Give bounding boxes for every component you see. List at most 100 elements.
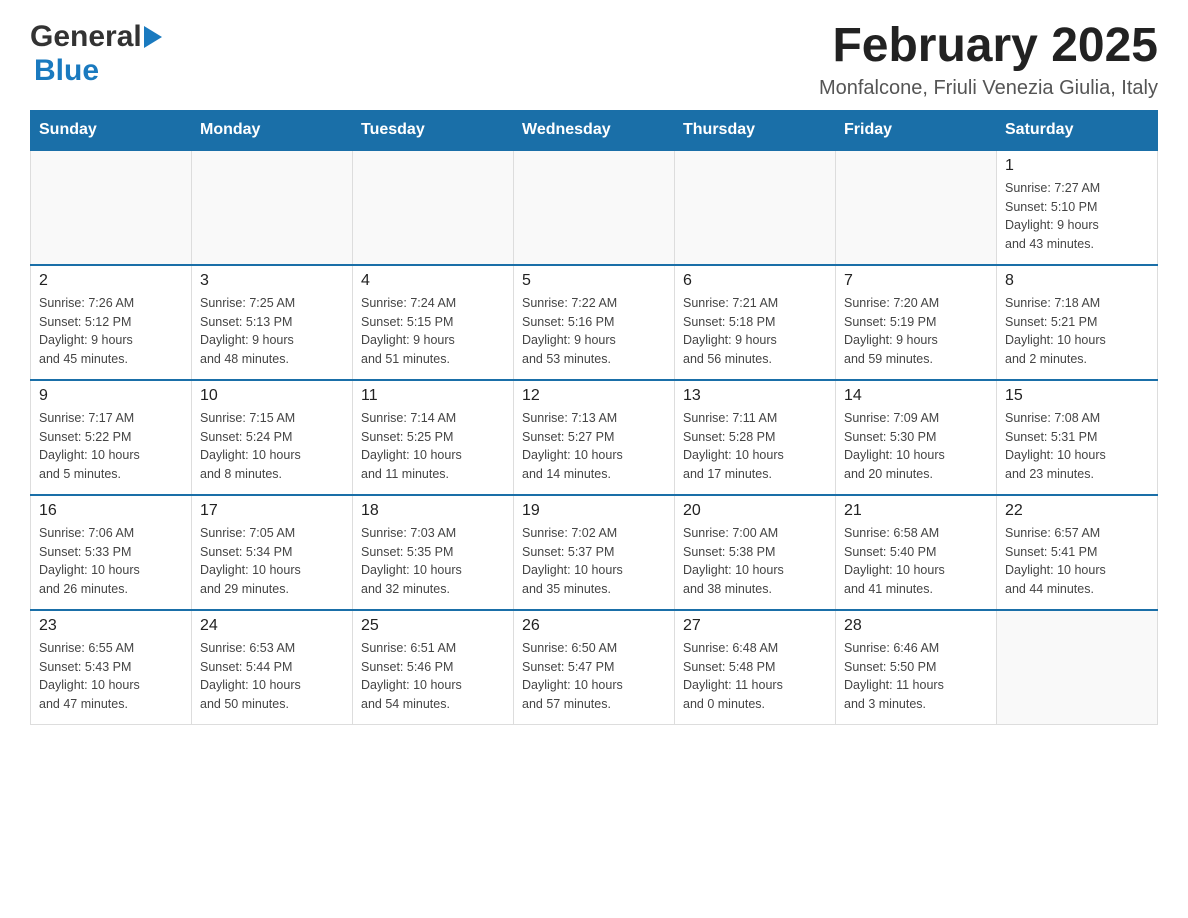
- day-number: 8: [1005, 272, 1149, 290]
- day-info: Sunrise: 7:06 AM Sunset: 5:33 PM Dayligh…: [39, 524, 183, 599]
- calendar-cell: 13 Sunrise: 7:11 AM Sunset: 5:28 PM Dayli…: [675, 380, 836, 495]
- day-info: Sunrise: 7:00 AM Sunset: 5:38 PM Dayligh…: [683, 524, 827, 599]
- day-info: Sunrise: 7:21 AM Sunset: 5:18 PM Dayligh…: [683, 294, 827, 369]
- calendar-cell: 20 Sunrise: 7:00 AM Sunset: 5:38 PM Dayli…: [675, 495, 836, 610]
- calendar-cell: [514, 150, 675, 265]
- day-info: Sunrise: 7:24 AM Sunset: 5:15 PM Dayligh…: [361, 294, 505, 369]
- weekday-header-friday: Friday: [836, 110, 997, 150]
- calendar-cell: 14 Sunrise: 7:09 AM Sunset: 5:30 PM Dayli…: [836, 380, 997, 495]
- day-number: 13: [683, 387, 827, 405]
- calendar-week-3: 9Sunrise: 7:17 AM Sunset: 5:22 PM Daylig…: [31, 380, 1158, 495]
- day-number: 1: [1005, 157, 1149, 175]
- day-info: Sunrise: 7:02 AM Sunset: 5:37 PM Dayligh…: [522, 524, 666, 599]
- calendar-cell: 2 Sunrise: 7:26 AM Sunset: 5:12 PM Daylig…: [31, 265, 192, 380]
- day-info: Sunrise: 7:26 AM Sunset: 5:12 PM Dayligh…: [39, 294, 183, 369]
- month-title: February 2025: [819, 20, 1158, 73]
- calendar-cell: 4 Sunrise: 7:24 AM Sunset: 5:15 PM Daylig…: [353, 265, 514, 380]
- calendar-cell: 8 Sunrise: 7:18 AM Sunset: 5:21 PM Daylig…: [997, 265, 1158, 380]
- calendar-week-5: 23 Sunrise: 6:55 AM Sunset: 5:43 PM Dayli…: [31, 610, 1158, 725]
- day-number: 4: [361, 272, 505, 290]
- day-number: 18: [361, 502, 505, 520]
- calendar-cell: 10 Sunrise: 7:15 AM Sunset: 5:24 PM Dayli…: [192, 380, 353, 495]
- calendar-cell: 22 Sunrise: 6:57 AM Sunset: 5:41 PM Dayli…: [997, 495, 1158, 610]
- day-number: 14: [844, 387, 988, 405]
- calendar-cell: 3 Sunrise: 7:25 AM Sunset: 5:13 PM Daylig…: [192, 265, 353, 380]
- logo-arrow-icon: [144, 26, 162, 48]
- day-info: Sunrise: 6:48 AM Sunset: 5:48 PM Dayligh…: [683, 639, 827, 714]
- day-info: Sunrise: 6:50 AM Sunset: 5:47 PM Dayligh…: [522, 639, 666, 714]
- day-number: 10: [200, 387, 344, 405]
- day-info: Sunrise: 7:05 AM Sunset: 5:34 PM Dayligh…: [200, 524, 344, 599]
- calendar-cell: 12Sunrise: 7:13 AM Sunset: 5:27 PM Dayli…: [514, 380, 675, 495]
- calendar-cell: 28Sunrise: 6:46 AM Sunset: 5:50 PM Dayli…: [836, 610, 997, 725]
- day-info: Sunrise: 7:13 AM Sunset: 5:27 PM Dayligh…: [522, 409, 666, 484]
- day-info: Sunrise: 6:51 AM Sunset: 5:46 PM Dayligh…: [361, 639, 505, 714]
- day-number: 26: [522, 617, 666, 635]
- weekday-header-sunday: Sunday: [31, 110, 192, 150]
- day-info: Sunrise: 7:20 AM Sunset: 5:19 PM Dayligh…: [844, 294, 988, 369]
- day-number: 5: [522, 272, 666, 290]
- day-number: 23: [39, 617, 183, 635]
- calendar-cell: 23 Sunrise: 6:55 AM Sunset: 5:43 PM Dayli…: [31, 610, 192, 725]
- day-number: 16: [39, 502, 183, 520]
- calendar-cell: 17Sunrise: 7:05 AM Sunset: 5:34 PM Dayli…: [192, 495, 353, 610]
- day-info: Sunrise: 6:58 AM Sunset: 5:40 PM Dayligh…: [844, 524, 988, 599]
- day-info: Sunrise: 7:11 AM Sunset: 5:28 PM Dayligh…: [683, 409, 827, 484]
- day-info: Sunrise: 7:15 AM Sunset: 5:24 PM Dayligh…: [200, 409, 344, 484]
- calendar-cell: 26 Sunrise: 6:50 AM Sunset: 5:47 PM Dayli…: [514, 610, 675, 725]
- calendar-cell: 11Sunrise: 7:14 AM Sunset: 5:25 PM Dayli…: [353, 380, 514, 495]
- day-info: Sunrise: 7:09 AM Sunset: 5:30 PM Dayligh…: [844, 409, 988, 484]
- weekday-header-monday: Monday: [192, 110, 353, 150]
- day-info: Sunrise: 7:18 AM Sunset: 5:21 PM Dayligh…: [1005, 294, 1149, 369]
- calendar-cell: [836, 150, 997, 265]
- day-number: 19: [522, 502, 666, 520]
- calendar-cell: 24 Sunrise: 6:53 AM Sunset: 5:44 PM Dayli…: [192, 610, 353, 725]
- calendar-cell: 16 Sunrise: 7:06 AM Sunset: 5:33 PM Dayli…: [31, 495, 192, 610]
- location-subtitle: Monfalcone, Friuli Venezia Giulia, Italy: [819, 77, 1158, 100]
- day-number: 6: [683, 272, 827, 290]
- calendar-cell: 9Sunrise: 7:17 AM Sunset: 5:22 PM Daylig…: [31, 380, 192, 495]
- day-number: 25: [361, 617, 505, 635]
- day-info: Sunrise: 7:22 AM Sunset: 5:16 PM Dayligh…: [522, 294, 666, 369]
- day-number: 11: [361, 387, 505, 405]
- weekday-header-saturday: Saturday: [997, 110, 1158, 150]
- calendar-cell: 6 Sunrise: 7:21 AM Sunset: 5:18 PM Daylig…: [675, 265, 836, 380]
- calendar-cell: 18 Sunrise: 7:03 AM Sunset: 5:35 PM Dayli…: [353, 495, 514, 610]
- day-number: 24: [200, 617, 344, 635]
- logo-general-text: General: [30, 20, 142, 54]
- weekday-header-tuesday: Tuesday: [353, 110, 514, 150]
- day-number: 27: [683, 617, 827, 635]
- day-number: 7: [844, 272, 988, 290]
- day-info: Sunrise: 7:25 AM Sunset: 5:13 PM Dayligh…: [200, 294, 344, 369]
- calendar-cell: [675, 150, 836, 265]
- calendar-cell: 5 Sunrise: 7:22 AM Sunset: 5:16 PM Daylig…: [514, 265, 675, 380]
- calendar-cell: 7 Sunrise: 7:20 AM Sunset: 5:19 PM Daylig…: [836, 265, 997, 380]
- day-number: 21: [844, 502, 988, 520]
- day-number: 22: [1005, 502, 1149, 520]
- calendar-cell: 27 Sunrise: 6:48 AM Sunset: 5:48 PM Dayli…: [675, 610, 836, 725]
- day-info: Sunrise: 6:55 AM Sunset: 5:43 PM Dayligh…: [39, 639, 183, 714]
- day-info: Sunrise: 7:17 AM Sunset: 5:22 PM Dayligh…: [39, 409, 183, 484]
- day-number: 2: [39, 272, 183, 290]
- calendar-cell: 15Sunrise: 7:08 AM Sunset: 5:31 PM Dayli…: [997, 380, 1158, 495]
- calendar-cell: 25 Sunrise: 6:51 AM Sunset: 5:46 PM Dayli…: [353, 610, 514, 725]
- day-info: Sunrise: 7:27 AM Sunset: 5:10 PM Dayligh…: [1005, 179, 1149, 254]
- calendar-cell: 1 Sunrise: 7:27 AM Sunset: 5:10 PM Daylig…: [997, 150, 1158, 265]
- calendar-week-4: 16 Sunrise: 7:06 AM Sunset: 5:33 PM Dayli…: [31, 495, 1158, 610]
- weekday-row: SundayMondayTuesdayWednesdayThursdayFrid…: [31, 110, 1158, 150]
- weekday-header-wednesday: Wednesday: [514, 110, 675, 150]
- day-info: Sunrise: 6:53 AM Sunset: 5:44 PM Dayligh…: [200, 639, 344, 714]
- day-number: 28: [844, 617, 988, 635]
- calendar-cell: 19 Sunrise: 7:02 AM Sunset: 5:37 PM Dayli…: [514, 495, 675, 610]
- calendar-table: SundayMondayTuesdayWednesdayThursdayFrid…: [30, 110, 1158, 725]
- weekday-header-thursday: Thursday: [675, 110, 836, 150]
- calendar-cell: 21 Sunrise: 6:58 AM Sunset: 5:40 PM Dayli…: [836, 495, 997, 610]
- day-info: Sunrise: 7:08 AM Sunset: 5:31 PM Dayligh…: [1005, 409, 1149, 484]
- day-info: Sunrise: 6:57 AM Sunset: 5:41 PM Dayligh…: [1005, 524, 1149, 599]
- day-info: Sunrise: 7:03 AM Sunset: 5:35 PM Dayligh…: [361, 524, 505, 599]
- day-number: 20: [683, 502, 827, 520]
- day-number: 3: [200, 272, 344, 290]
- calendar-week-2: 2 Sunrise: 7:26 AM Sunset: 5:12 PM Daylig…: [31, 265, 1158, 380]
- logo-blue-text: Blue: [34, 54, 99, 87]
- calendar-cell: [353, 150, 514, 265]
